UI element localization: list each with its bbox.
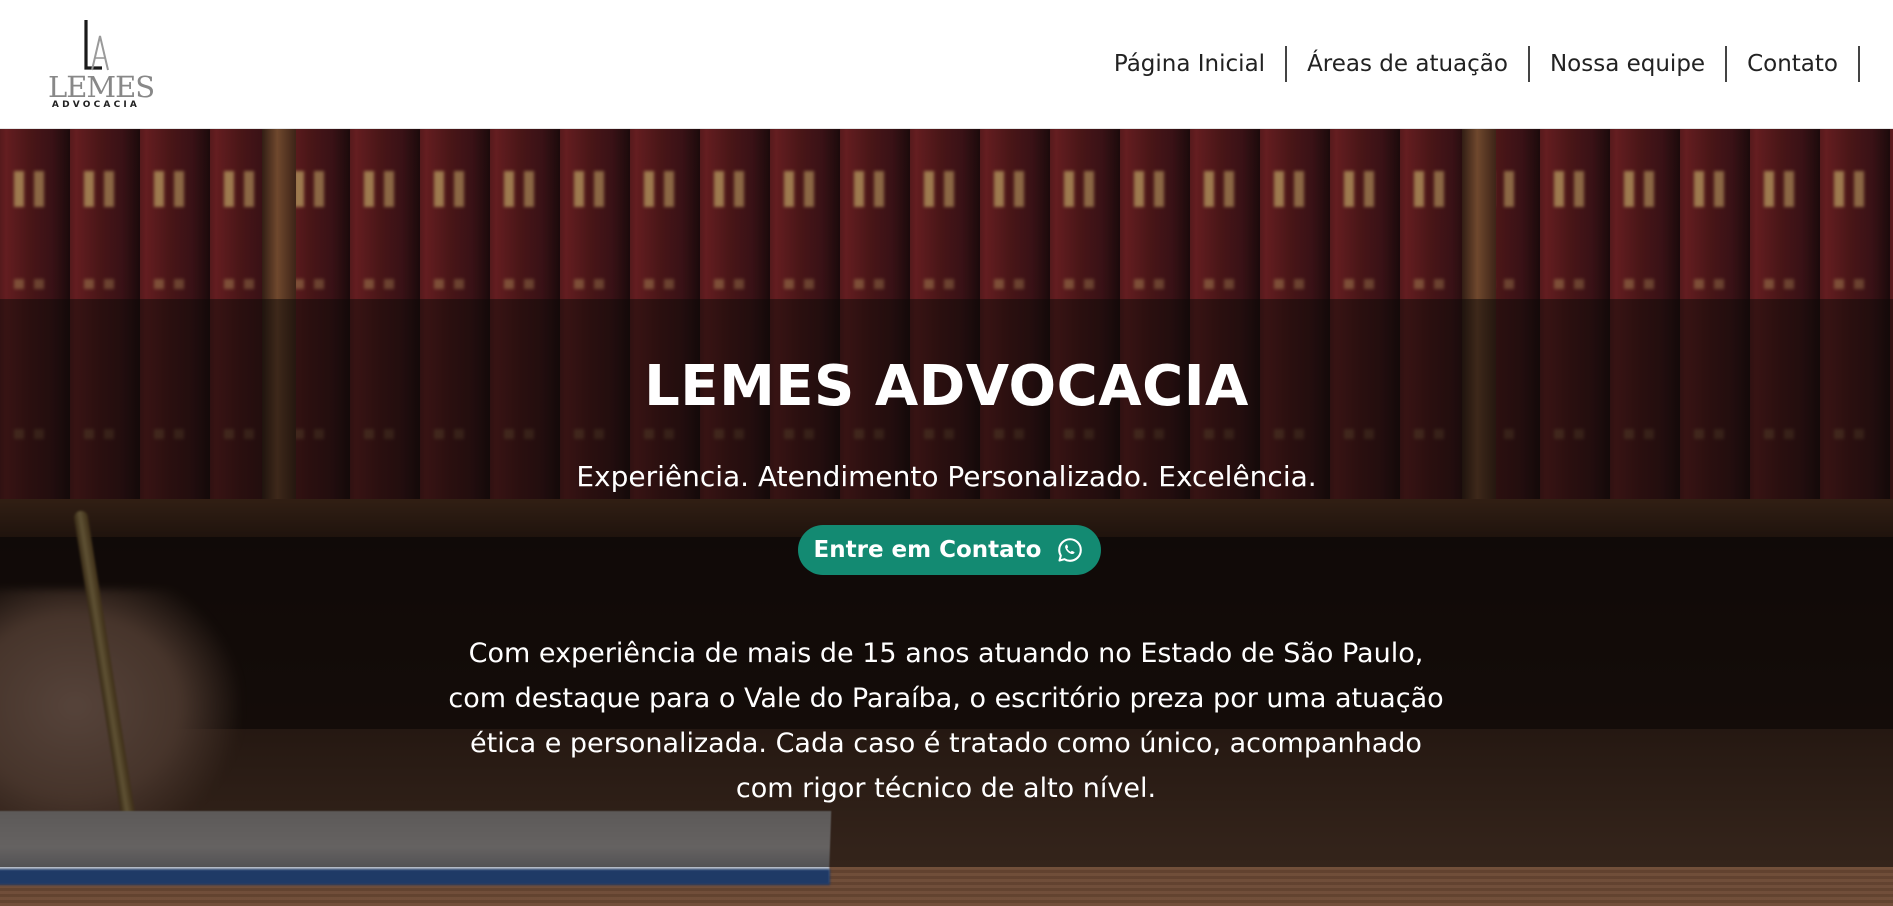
- contact-button-label: Entre em Contato: [813, 537, 1042, 563]
- whatsapp-icon: [1058, 538, 1083, 562]
- contact-button[interactable]: Entre em Contato: [798, 525, 1101, 575]
- logo-subtitle: ADVOCACIA: [51, 100, 141, 110]
- hero-tagline: Experiência. Atendimento Personalizado. …: [576, 460, 1317, 493]
- nav-item-nossa-equipe[interactable]: Nossa equipe: [1530, 46, 1728, 82]
- logo-monogram-icon: [84, 20, 109, 71]
- logo-wordmark: LEMES: [48, 70, 155, 104]
- nav-item-areas-de-atuacao[interactable]: Áreas de atuação: [1287, 46, 1530, 82]
- hero-section: LEMES ADVOCACIA Experiência. Atendimento…: [0, 129, 1893, 906]
- hero-content: LEMES ADVOCACIA Experiência. Atendimento…: [0, 129, 1893, 906]
- nav-item-pagina-inicial[interactable]: Página Inicial: [1094, 46, 1288, 82]
- site-header: LEMES ADVOCACIA Página Inicial Áreas de …: [0, 0, 1893, 129]
- nav-item-contato[interactable]: Contato: [1727, 46, 1860, 82]
- logo[interactable]: LEMES ADVOCACIA: [48, 18, 155, 112]
- main-nav: Página Inicial Áreas de atuação Nossa eq…: [1094, 46, 1860, 82]
- hero-title: LEMES ADVOCACIA: [644, 354, 1249, 419]
- hero-description: Com experiência de mais de 15 anos atuan…: [448, 638, 1444, 804]
